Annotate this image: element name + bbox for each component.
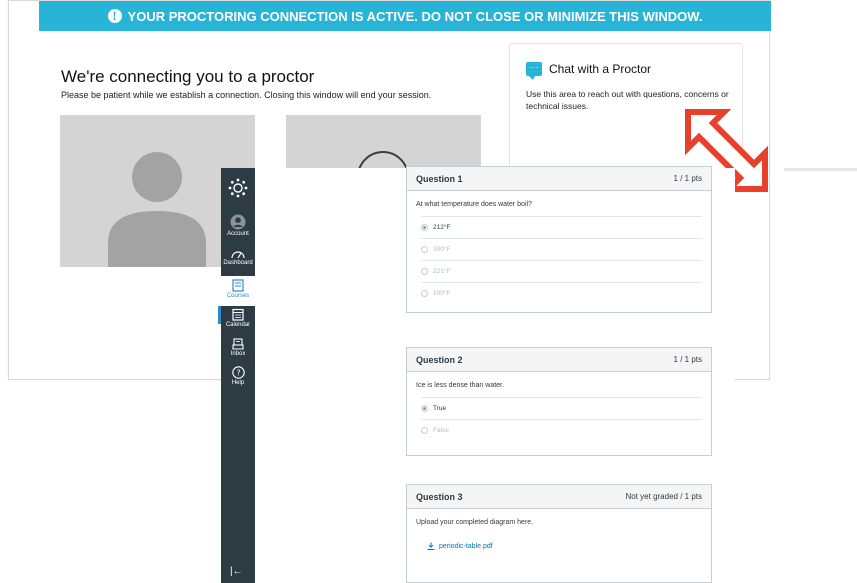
nav-label: Inbox	[230, 351, 246, 357]
answer-option[interactable]: 221°F	[421, 260, 702, 282]
nav-item-calendar[interactable]: Calendar	[221, 308, 255, 328]
answer-label: 221°F	[433, 268, 451, 275]
nav-label: Help	[231, 380, 245, 386]
proctor-banner: ! YOUR PROCTORING CONNECTION IS ACTIVE. …	[39, 1, 771, 31]
canvas-logo-icon[interactable]	[228, 178, 248, 198]
nav-label: Dashboard	[223, 260, 253, 266]
question-title: Question 1	[416, 173, 463, 184]
nav-item-account[interactable]: Account	[221, 214, 255, 237]
courses-icon	[232, 279, 244, 292]
help-icon: ?	[231, 366, 245, 379]
radio-button[interactable]	[421, 268, 428, 275]
answer-label: 300°F	[433, 246, 451, 253]
question-card-1: Question 1 1 / 1 pts At what temperature…	[406, 166, 712, 313]
global-navigation: Account Dashboard Courses Calendar Inbox…	[221, 168, 255, 583]
divider	[784, 168, 857, 171]
question-points: 1 / 1 pts	[673, 355, 702, 364]
radio-button[interactable]	[421, 224, 428, 231]
nav-item-dashboard[interactable]: Dashboard	[221, 247, 255, 266]
nav-item-courses[interactable]: Courses	[221, 276, 255, 306]
answer-label: True	[433, 405, 447, 412]
question-card-2: Question 2 1 / 1 pts Ice is less dense t…	[406, 347, 712, 456]
answer-option[interactable]: 300°F	[421, 238, 702, 260]
answer-option[interactable]: True	[421, 397, 702, 419]
calendar-icon	[232, 308, 244, 321]
chat-title: Chat with a Proctor	[549, 62, 652, 76]
nav-label: Account	[227, 231, 249, 237]
question-title: Question 3	[416, 491, 463, 502]
answer-label: False	[433, 427, 449, 434]
nav-label: Courses	[226, 293, 250, 299]
answer-option[interactable]: 212°F	[421, 216, 702, 238]
account-icon	[230, 214, 246, 230]
question-card-3: Question 3 Not yet graded / 1 pts Upload…	[406, 484, 712, 583]
dashboard-icon	[231, 251, 245, 259]
svg-text:?: ?	[236, 368, 240, 377]
answer-label: 100°F	[433, 290, 451, 297]
answer-option[interactable]: 100°F	[421, 282, 702, 304]
info-icon: !	[107, 9, 122, 23]
inbox-icon	[232, 338, 244, 350]
answer-option[interactable]: False	[421, 419, 702, 441]
nav-item-inbox[interactable]: Inbox	[221, 338, 255, 357]
radio-button[interactable]	[421, 427, 428, 434]
chat-bubble-icon: ···	[526, 62, 542, 80]
radio-button[interactable]	[421, 246, 428, 253]
question-text: At what temperature does water boil?	[416, 201, 532, 208]
banner-text: YOUR PROCTORING CONNECTION IS ACTIVE. DO…	[127, 8, 703, 24]
uploaded-file-link[interactable]: periodic-table.pdf	[427, 542, 711, 550]
canvas-quiz-window: Account Dashboard Courses Calendar Inbox…	[218, 166, 735, 583]
question-text: Upload your completed diagram here.	[416, 519, 534, 526]
page-subtitle: Please be patient while we establish a c…	[61, 90, 432, 100]
question-text: Ice is less dense than water.	[416, 382, 504, 389]
nav-label: Calendar	[225, 322, 251, 328]
radio-button[interactable]	[421, 290, 428, 297]
question-title: Question 2	[416, 354, 463, 365]
download-icon	[427, 542, 435, 550]
question-points: Not yet graded / 1 pts	[625, 492, 703, 501]
page-title: We're connecting you to a proctor	[61, 67, 315, 86]
radio-button[interactable]	[421, 405, 428, 412]
file-name[interactable]: periodic-table.pdf	[439, 543, 493, 550]
collapse-nav-icon[interactable]: |←	[230, 566, 243, 577]
nav-item-help[interactable]: ? Help	[221, 366, 255, 386]
answer-label: 212°F	[433, 224, 451, 231]
question-points: 1 / 1 pts	[673, 174, 702, 183]
